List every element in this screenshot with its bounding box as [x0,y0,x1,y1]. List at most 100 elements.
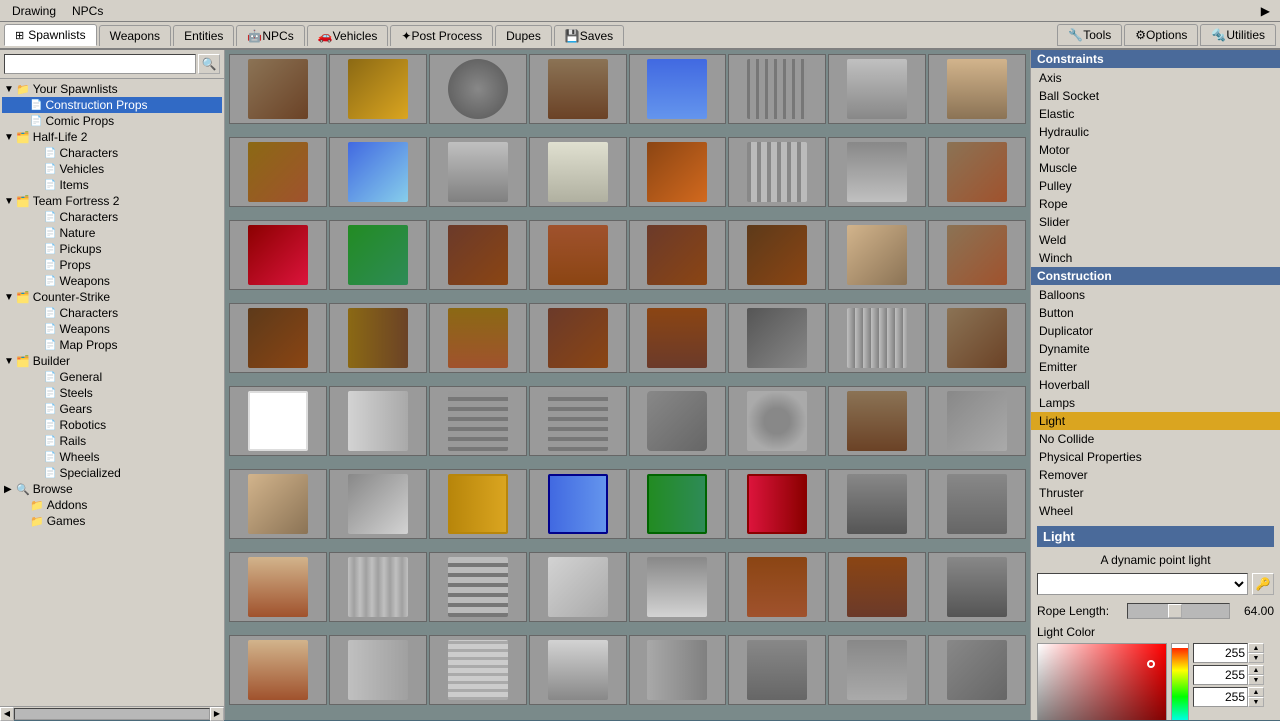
sprite-item[interactable] [828,469,926,539]
sprite-item[interactable] [828,552,926,622]
sprite-item[interactable] [529,552,627,622]
tab-weapons[interactable]: Weapons [99,25,171,46]
color-g-up[interactable]: ▲ [1248,665,1264,675]
toggle-builder[interactable]: ▼ [4,356,16,367]
sprite-item[interactable] [329,54,427,124]
sprite-item[interactable] [928,469,1026,539]
sprite-item[interactable] [229,635,327,705]
constraint-item[interactable]: Motor [1031,141,1280,159]
menu-drawing[interactable]: Drawing [4,2,64,20]
tree-item-builder-specialized[interactable]: 📄Specialized [2,465,222,481]
tree-item-builder-steels[interactable]: 📄Steels [2,385,222,401]
sprite-item[interactable] [828,303,926,373]
tree-item-builder[interactable]: ▼🗂️Builder [2,353,222,369]
construction-item[interactable]: No Collide [1031,430,1280,448]
tab-saves[interactable]: 💾 Saves [554,25,624,46]
construction-item[interactable]: Button [1031,304,1280,322]
sprite-item[interactable] [928,220,1026,290]
construction-item[interactable]: Lamps [1031,394,1280,412]
tree-item-hl2-vehicles[interactable]: 📄Vehicles [2,161,222,177]
hue-thumb[interactable] [1172,644,1188,648]
sprite-item[interactable] [728,635,826,705]
sprite-item[interactable] [728,303,826,373]
sprite-item[interactable] [529,386,627,456]
tab-tools[interactable]: 🔧 Tools [1057,24,1122,46]
menu-expand[interactable]: ▶ [1255,2,1276,20]
sprite-item[interactable] [329,635,427,705]
toggle-tf2[interactable]: ▼ [4,196,16,207]
sprite-item[interactable] [928,137,1026,207]
sprite-item[interactable] [229,54,327,124]
sprite-item[interactable] [828,635,926,705]
tree-item-css[interactable]: ▼🗂️Counter-Strike [2,289,222,305]
tree-item-spawnlists[interactable]: ▼📁Your Spawnlists [2,81,222,97]
tree-item-css-characters[interactable]: 📄Characters [2,305,222,321]
tab-npcs[interactable]: 🤖 NPCs [236,25,304,46]
search-input[interactable] [4,54,196,74]
sprite-item[interactable] [529,220,627,290]
sprite-item[interactable] [928,386,1026,456]
tree-item-construction-props[interactable]: 📄Construction Props [2,97,222,113]
color-picker-thumb[interactable] [1147,660,1155,668]
sprite-item[interactable] [429,137,527,207]
constraint-item[interactable]: Rope [1031,195,1280,213]
sprite-item[interactable] [928,303,1026,373]
construction-item[interactable]: Hoverball [1031,376,1280,394]
color-b-down[interactable]: ▼ [1248,697,1264,707]
color-b-input[interactable] [1193,687,1248,707]
tree-item-browse[interactable]: ▶🔍Browse [2,481,222,497]
hscroll-track[interactable] [14,708,210,720]
tree-item-addons[interactable]: 📁Addons [2,497,222,513]
sprite-item[interactable] [229,303,327,373]
sprite-item[interactable] [728,552,826,622]
sprite-item[interactable] [229,552,327,622]
sprite-item[interactable] [229,220,327,290]
sprite-item[interactable] [728,54,826,124]
sprite-item[interactable] [529,635,627,705]
sprite-item[interactable] [828,386,926,456]
sprite-item[interactable] [229,137,327,207]
sprite-item[interactable] [629,469,727,539]
constraint-item[interactable]: Weld [1031,231,1280,249]
construction-item[interactable]: Balloons [1031,286,1280,304]
sprite-item[interactable] [728,137,826,207]
sprite-item[interactable] [429,220,527,290]
rope-length-slider[interactable] [1127,603,1230,619]
sprite-item[interactable] [329,137,427,207]
sprite-item[interactable] [229,469,327,539]
construction-item[interactable]: Wheel [1031,502,1280,520]
tree-item-half-life-2[interactable]: ▼🗂️Half-Life 2 [2,129,222,145]
tree-item-tf2-characters[interactable]: 📄Characters [2,209,222,225]
color-b-up[interactable]: ▲ [1248,687,1264,697]
sprite-item[interactable] [928,54,1026,124]
sprite-item[interactable] [529,303,627,373]
sprite-item[interactable] [229,386,327,456]
sprite-item[interactable] [629,54,727,124]
tree-item-builder-gears[interactable]: 📄Gears [2,401,222,417]
tab-dupes[interactable]: Dupes [495,25,552,46]
tree-item-tf2-weapons[interactable]: 📄Weapons [2,273,222,289]
sprite-item[interactable] [828,137,926,207]
sprite-item[interactable] [329,469,427,539]
sprite-item[interactable] [629,635,727,705]
tab-utilities[interactable]: 🔩 Utilities [1200,24,1276,46]
toggle-css[interactable]: ▼ [4,292,16,303]
tree-item-builder-general[interactable]: 📄General [2,369,222,385]
tree-item-hl2-characters[interactable]: 📄Characters [2,145,222,161]
construction-item[interactable]: Duplicator [1031,322,1280,340]
tab-vehicles[interactable]: 🚗 Vehicles [307,25,389,46]
color-r-down[interactable]: ▼ [1248,653,1264,663]
sprite-item[interactable] [828,54,926,124]
sprite-item[interactable] [529,137,627,207]
light-dropdown[interactable] [1037,573,1248,595]
sprite-item[interactable] [728,386,826,456]
color-g-down[interactable]: ▼ [1248,675,1264,685]
sprite-item[interactable] [429,469,527,539]
sprite-item[interactable] [728,220,826,290]
tree-item-css-weapons[interactable]: 📄Weapons [2,321,222,337]
construction-item[interactable]: Light [1031,412,1280,430]
light-key-button[interactable]: 🔑 [1252,573,1274,595]
toggle-spawnlists[interactable]: ▼ [4,84,16,95]
construction-item[interactable]: Physical Properties [1031,448,1280,466]
sprite-item[interactable] [529,469,627,539]
